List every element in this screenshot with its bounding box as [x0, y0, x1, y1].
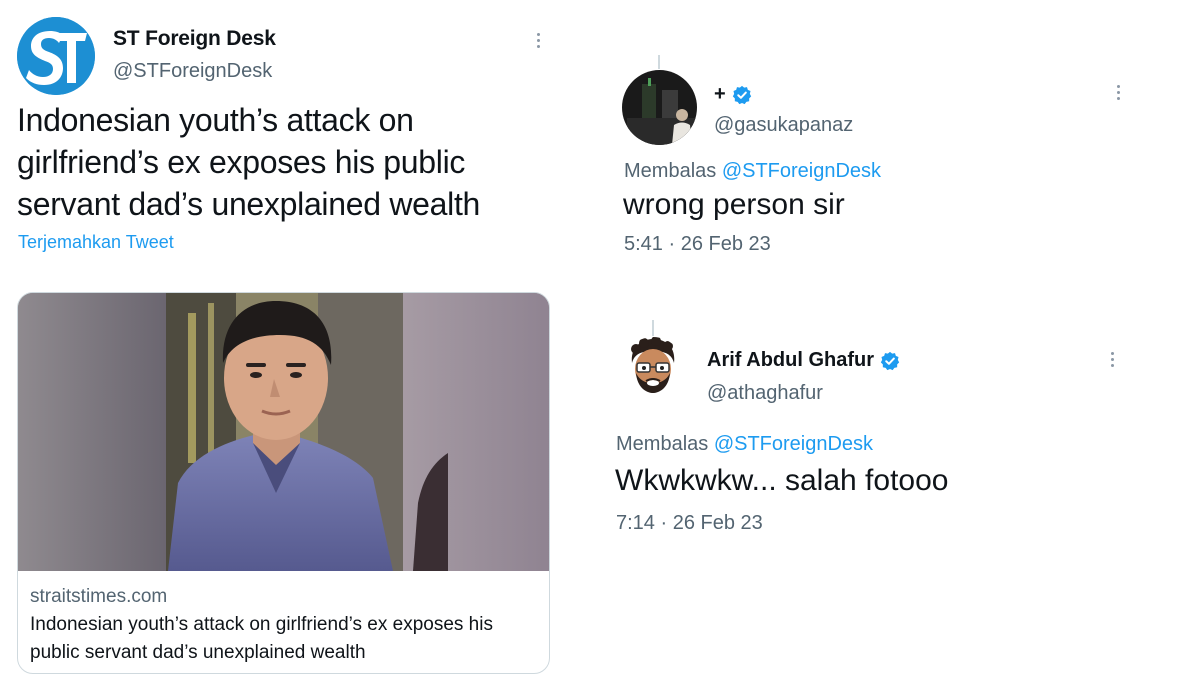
replying-to: Membalas @STForeignDesk — [616, 433, 873, 456]
more-options-icon[interactable] — [535, 33, 541, 48]
avatar[interactable] — [622, 337, 684, 399]
reply-author-label: + — [714, 83, 726, 105]
replying-to: Membalas @STForeignDesk — [624, 160, 881, 183]
verified-badge-icon — [880, 351, 900, 370]
st-logo — [17, 17, 95, 95]
mention-link[interactable]: @STForeignDesk — [722, 160, 881, 182]
reply-tweet: + @gasukapanaz Membalas @STForeignDesk w… — [600, 50, 1200, 280]
reply-author-handle[interactable]: @gasukapanaz — [714, 114, 853, 137]
mention-link[interactable]: @STForeignDesk — [714, 433, 873, 455]
reply-author-label: Arif Abdul Ghafur — [707, 349, 875, 371]
card-title: Indonesian youth’s attack on girlfriend’… — [30, 614, 493, 663]
account-avatar[interactable] — [17, 17, 95, 95]
thread-line — [652, 320, 654, 336]
main-tweet: ST Foreign Desk @STForeignDesk Indonesia… — [0, 0, 580, 675]
replying-prefix: Membalas — [616, 433, 714, 455]
verified-badge-icon — [732, 85, 751, 104]
card-domain: straitstimes.com — [30, 586, 168, 607]
account-name[interactable]: ST Foreign Desk — [113, 27, 276, 51]
reply-author-handle[interactable]: @athaghafur — [707, 382, 823, 405]
reply-text: Wkwkwkw... salah fotooo — [615, 464, 949, 497]
link-preview-card[interactable]: straitstimes.com Indonesian youth’s atta… — [17, 292, 550, 674]
tweet-text: Indonesian youth’s attack on girlfriend’… — [17, 102, 481, 222]
reply-text: wrong person sir — [623, 188, 845, 221]
reply-author-name[interactable]: + — [714, 83, 752, 106]
more-options-icon[interactable] — [1115, 85, 1121, 100]
reply-author-name[interactable]: Arif Abdul Ghafur — [707, 349, 900, 372]
avatar[interactable] — [622, 70, 697, 145]
article-photo — [18, 293, 549, 571]
more-options-icon[interactable] — [1109, 352, 1115, 367]
account-handle[interactable]: @STForeignDesk — [113, 60, 272, 83]
translate-tweet-link[interactable]: Terjemahkan Tweet — [18, 232, 174, 253]
thread-line — [658, 55, 660, 69]
reply-timestamp[interactable]: 7:14 · 26 Feb 23 — [616, 512, 763, 535]
reply-tweet: Arif Abdul Ghafur @athaghafur Membalas @… — [600, 315, 1200, 545]
replying-prefix: Membalas — [624, 160, 722, 182]
reply-timestamp[interactable]: 5:41 · 26 Feb 23 — [624, 233, 771, 256]
